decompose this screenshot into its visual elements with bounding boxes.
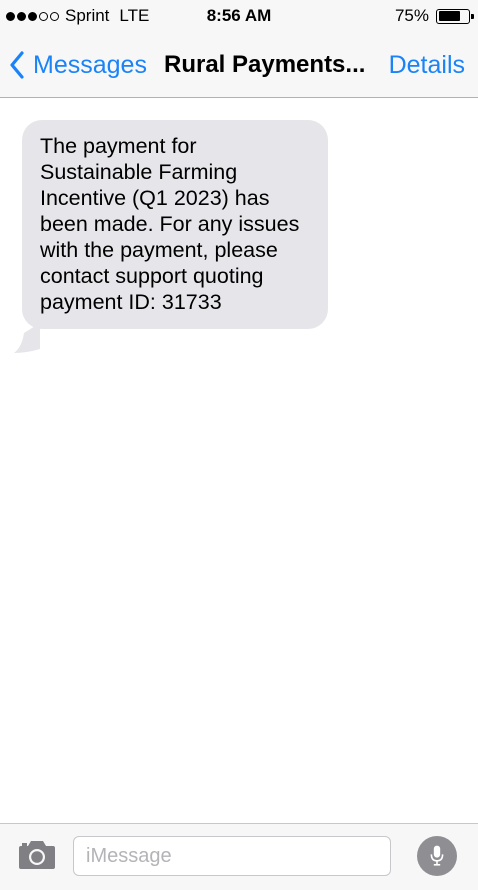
message-input[interactable] — [73, 836, 391, 876]
back-button-label: Messages — [33, 50, 147, 79]
signal-dot — [39, 11, 48, 21]
microphone-icon — [430, 845, 444, 866]
signal-dot — [50, 11, 59, 21]
battery-icon — [436, 8, 474, 24]
details-button[interactable]: Details — [389, 51, 465, 80]
signal-dot — [28, 11, 37, 21]
microphone-button[interactable] — [417, 836, 457, 876]
battery-fill — [438, 11, 461, 21]
conversation-title[interactable]: Rural Payments... — [164, 51, 365, 79]
battery-tip — [471, 13, 474, 19]
signal-dot — [17, 11, 26, 21]
incoming-message-bubble[interactable]: The payment for Sustainable Farming Ince… — [22, 120, 328, 329]
status-left: Sprint LTE — [6, 6, 149, 26]
camera-icon — [19, 841, 55, 869]
status-bar: Sprint LTE 8:56 AM 75% — [0, 0, 478, 32]
conversation-area[interactable]: The payment for Sustainable Farming Ince… — [0, 99, 478, 823]
battery-percent: 75% — [394, 6, 429, 25]
network-type: LTE — [119, 6, 150, 25]
back-button[interactable]: Messages — [10, 48, 147, 82]
status-right: 75% — [394, 6, 474, 26]
navigation-bar: Messages Rural Payments... Details — [0, 32, 478, 98]
carrier-name: Sprint — [65, 6, 110, 25]
signal-dot — [6, 11, 15, 21]
input-bar — [0, 823, 478, 890]
camera-button[interactable] — [18, 838, 56, 870]
signal-strength-icon — [6, 11, 59, 21]
chevron-left-icon — [10, 51, 24, 79]
